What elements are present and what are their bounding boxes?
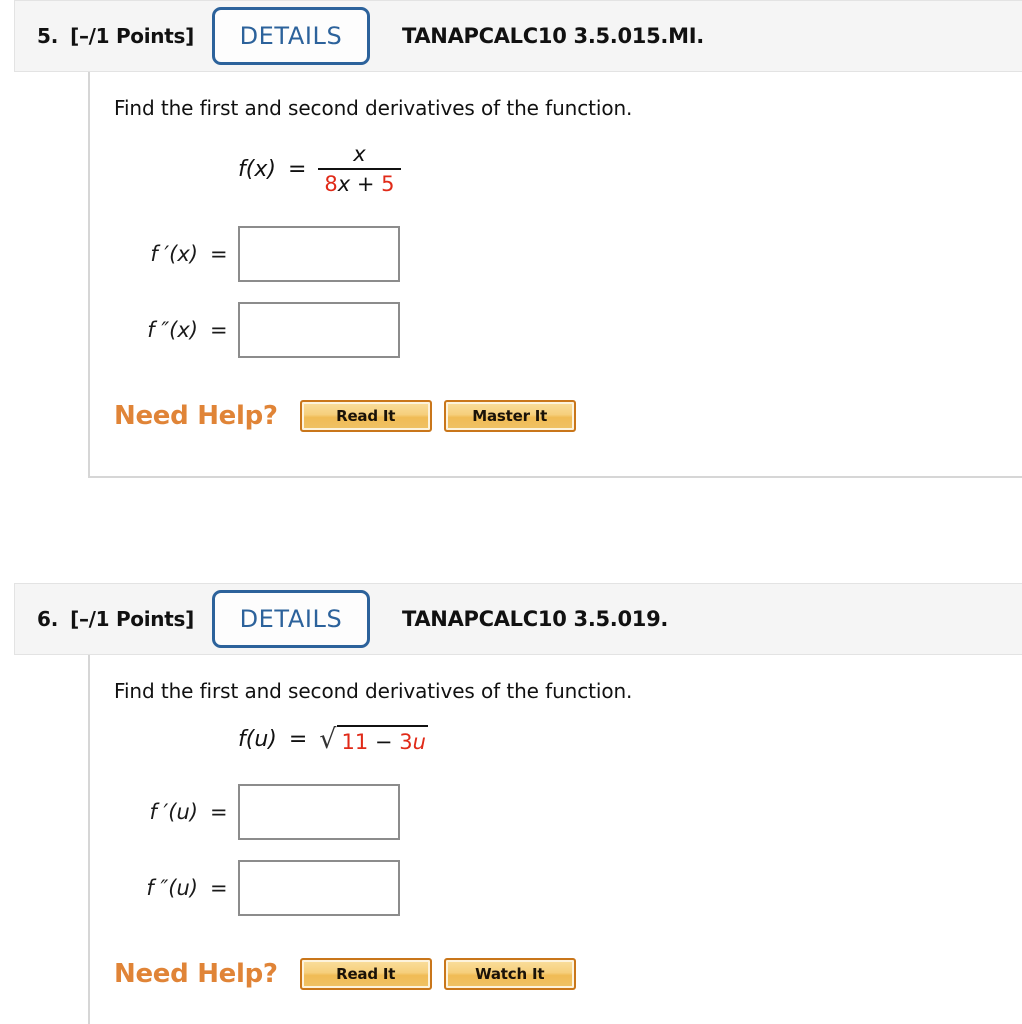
denominator-term-1: 8 (324, 172, 338, 196)
radicand-term-1: 11 (341, 730, 369, 754)
answer-row-first-derivative-5: f ′(x) = (90, 226, 1022, 282)
problem-number-6: 6. (37, 607, 59, 631)
details-button-5[interactable]: DETAILS (211, 7, 370, 65)
read-it-button-5[interactable]: Read It (299, 400, 432, 432)
problem-prompt-5: Find the first and second derivatives of… (114, 96, 633, 120)
master-it-button-5[interactable]: Master It (443, 400, 576, 432)
answer-row-first-derivative-6: f ′(u) = (90, 784, 1022, 840)
answer-equals-second-6: = (210, 876, 228, 900)
radicand-term-4: u (412, 730, 426, 754)
equation-equals-6: = (288, 727, 308, 752)
equation-5: f(x) = x 8x + 5 (90, 142, 1022, 196)
denominator-term-2: x (337, 172, 351, 196)
answer-label-second-derivative-5: f ″(x) (147, 318, 198, 342)
need-help-label-6: Need Help? (114, 959, 278, 989)
denominator-term-3: + (350, 172, 382, 196)
problem-code-6: TANAPCALC10 3.5.019. (401, 607, 669, 631)
equation-equals-5: = (287, 156, 307, 182)
radicand-term-3: 3 (399, 730, 413, 754)
watch-it-button-6[interactable]: Watch It (443, 958, 576, 990)
need-help-row-6: Need Help? Read It Watch It (90, 958, 1022, 990)
answer-input-second-derivative-6[interactable] (237, 860, 400, 916)
radical-6: √ 11 − 3u (319, 725, 428, 754)
answer-label-second-derivative-6: f ″(u) (146, 876, 198, 900)
answer-input-second-derivative-5[interactable] (237, 302, 400, 358)
fraction-5: x 8x + 5 (318, 142, 401, 196)
radicand-6: 11 − 3u (336, 725, 428, 754)
denominator-term-4: 5 (381, 172, 395, 196)
answer-label-first-derivative-5: f ′(x) (150, 242, 198, 266)
problem-code-5: TANAPCALC10 3.5.015.MI. (401, 24, 704, 48)
need-help-label-5: Need Help? (114, 401, 278, 431)
radical-sign-icon: √ (319, 724, 337, 755)
problem-body-6: Find the first and second derivatives of… (88, 655, 1022, 1024)
details-button-6[interactable]: DETAILS (211, 590, 370, 648)
answer-label-first-derivative-6: f ′(u) (149, 800, 198, 824)
assignment-page: 5. [–/1 Points] DETAILS TANAPCALC10 3.5.… (0, 0, 1022, 1024)
answer-equals-first-6: = (210, 800, 228, 824)
problem-header-6: 6. [–/1 Points] DETAILS TANAPCALC10 3.5.… (14, 583, 1022, 655)
equation-6: f(u) = √ 11 − 3u (90, 725, 1022, 754)
fraction-denominator-5: 8x + 5 (318, 170, 400, 196)
problem-points-5: [–/1 Points] (70, 24, 194, 48)
fraction-numerator-5: x (353, 142, 366, 166)
problem-body-5: Find the first and second derivatives of… (88, 72, 1022, 478)
radicand-term-2: − (368, 730, 400, 754)
equation-lhs-5: f(x) (238, 156, 276, 182)
problem-points-6: [–/1 Points] (70, 607, 194, 631)
problem-number-5: 5. (37, 24, 59, 48)
read-it-button-6[interactable]: Read It (299, 958, 432, 990)
problem-prompt-6: Find the first and second derivatives of… (114, 679, 633, 703)
answer-input-first-derivative-6[interactable] (237, 784, 400, 840)
problem-header-5: 5. [–/1 Points] DETAILS TANAPCALC10 3.5.… (14, 0, 1022, 72)
answer-row-second-derivative-6: f ″(u) = (90, 860, 1022, 916)
answer-row-second-derivative-5: f ″(x) = (90, 302, 1022, 358)
answer-equals-first-5: = (210, 242, 228, 266)
answer-equals-second-5: = (210, 318, 228, 342)
equation-lhs-6: f(u) (238, 727, 277, 752)
need-help-row-5: Need Help? Read It Master It (90, 400, 1022, 432)
answer-input-first-derivative-5[interactable] (237, 226, 400, 282)
